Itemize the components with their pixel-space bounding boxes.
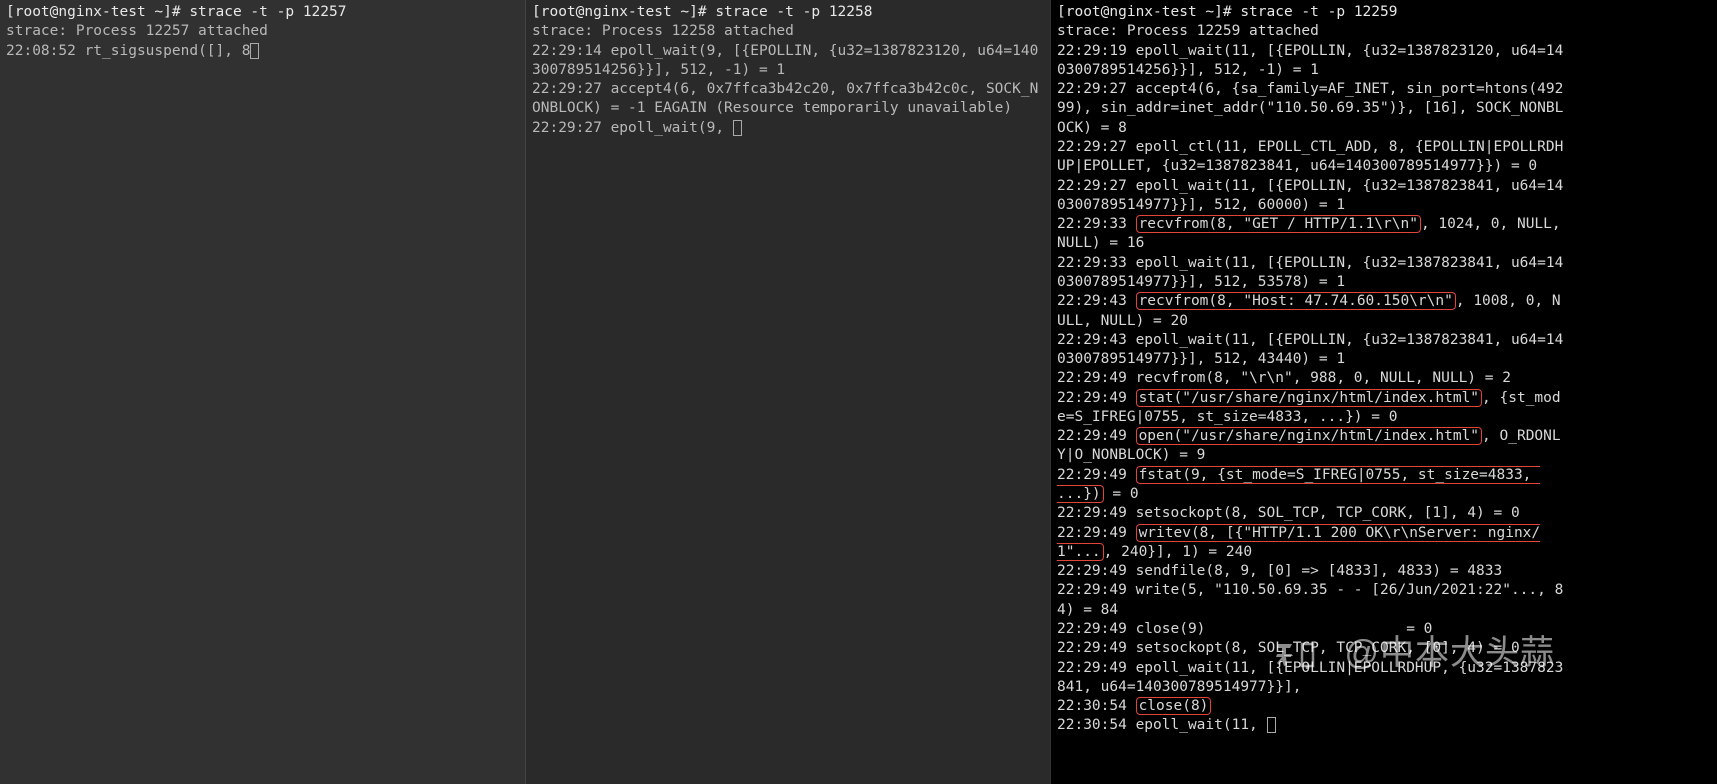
terminal-pane-2[interactable]: [root@nginx-test ~]# strace -t -p 12258 …	[525, 0, 1050, 784]
highlight-close: close(8)	[1136, 697, 1212, 715]
strace-attach-msg: strace: Process 12258 attached	[532, 23, 794, 39]
command-text: strace -t -p 12257	[189, 4, 346, 20]
shell-prompt: [root@nginx-test ~]#	[532, 4, 715, 20]
shell-prompt: [root@nginx-test ~]#	[6, 4, 189, 20]
terminal-pane-1[interactable]: [root@nginx-test ~]# strace -t -p 12257 …	[0, 0, 525, 784]
strace-line: 22:29:49 fstat(9, {st_mode=S_IFREG|0755,…	[1057, 466, 1540, 503]
cursor-icon	[733, 120, 742, 136]
strace-line: 22:29:43 epoll_wait(11, [{EPOLLIN, {u32=…	[1057, 332, 1563, 367]
command-text: strace -t -p 12259	[1240, 4, 1397, 20]
strace-attach-msg: strace: Process 12259 attached	[1057, 23, 1319, 39]
strace-line: 22:29:49 epoll_wait(11, [{EPOLLIN|EPOLLR…	[1057, 660, 1563, 695]
strace-line: 22:29:27 epoll_wait(11, [{EPOLLIN, {u32=…	[1057, 178, 1563, 213]
highlight-open: open("/usr/share/nginx/html/index.html"	[1136, 427, 1482, 445]
strace-line: 22:29:27 accept4(6, {sa_family=AF_INET, …	[1057, 81, 1563, 136]
strace-line: 22:29:33 epoll_wait(11, [{EPOLLIN, {u32=…	[1057, 255, 1563, 290]
strace-line: 22:29:49 write(5, "110.50.69.35 - - [26/…	[1057, 582, 1563, 617]
highlight-recvfrom-get: recvfrom(8, "GET / HTTP/1.1\r\n"	[1136, 215, 1421, 233]
strace-line: 22:29:27 epoll_wait(9,	[532, 120, 742, 136]
strace-line: 22:29:43 recvfrom(8, "Host: 47.74.60.150…	[1057, 292, 1561, 328]
strace-line: 22:29:27 accept4(6, 0x7ffca3b42c20, 0x7f…	[532, 81, 1038, 116]
strace-line: 22:29:33 recvfrom(8, "GET / HTTP/1.1\r\n…	[1057, 215, 1569, 251]
strace-line: 22:30:54 close(8)	[1057, 697, 1211, 715]
strace-line: 22:29:19 epoll_wait(11, [{EPOLLIN, {u32=…	[1057, 43, 1563, 78]
strace-line: 22:29:49 stat("/usr/share/nginx/html/ind…	[1057, 389, 1561, 425]
terminal-pane-3[interactable]: [root@nginx-test ~]# strace -t -p 12259 …	[1050, 0, 1575, 784]
strace-line: 22:29:14 epoll_wait(9, [{EPOLLIN, {u32=1…	[532, 43, 1038, 78]
cursor-icon	[1267, 717, 1276, 733]
strace-attach-msg: strace: Process 12257 attached	[6, 23, 268, 39]
strace-line: 22:29:49 setsockopt(8, SOL_TCP, TCP_CORK…	[1057, 505, 1520, 521]
highlight-stat: stat("/usr/share/nginx/html/index.html"	[1136, 389, 1482, 407]
strace-line: 22:29:49 writev(8, [{"HTTP/1.1 200 OK\r\…	[1057, 524, 1540, 561]
strace-line: 22:29:49 open("/usr/share/nginx/html/ind…	[1057, 427, 1561, 463]
command-text: strace -t -p 12258	[715, 4, 872, 20]
strace-line: 22:29:49 close(9) = 0	[1057, 621, 1432, 637]
strace-line: 22:29:49 recvfrom(8, "\r\n", 988, 0, NUL…	[1057, 370, 1511, 386]
shell-prompt: [root@nginx-test ~]#	[1057, 4, 1240, 20]
cursor-icon	[250, 43, 259, 59]
strace-line: 22:08:52 rt_sigsuspend([], 8	[6, 43, 259, 59]
strace-line: 22:29:27 epoll_ctl(11, EPOLL_CTL_ADD, 8,…	[1057, 139, 1563, 174]
strace-line: 22:29:49 setsockopt(8, SOL_TCP, TCP_CORK…	[1057, 640, 1520, 656]
highlight-recvfrom-host: recvfrom(8, "Host: 47.74.60.150\r\n"	[1136, 292, 1456, 310]
strace-line: 22:29:49 sendfile(8, 9, [0] => [4833], 4…	[1057, 563, 1502, 579]
strace-line: 22:30:54 epoll_wait(11,	[1057, 717, 1276, 733]
